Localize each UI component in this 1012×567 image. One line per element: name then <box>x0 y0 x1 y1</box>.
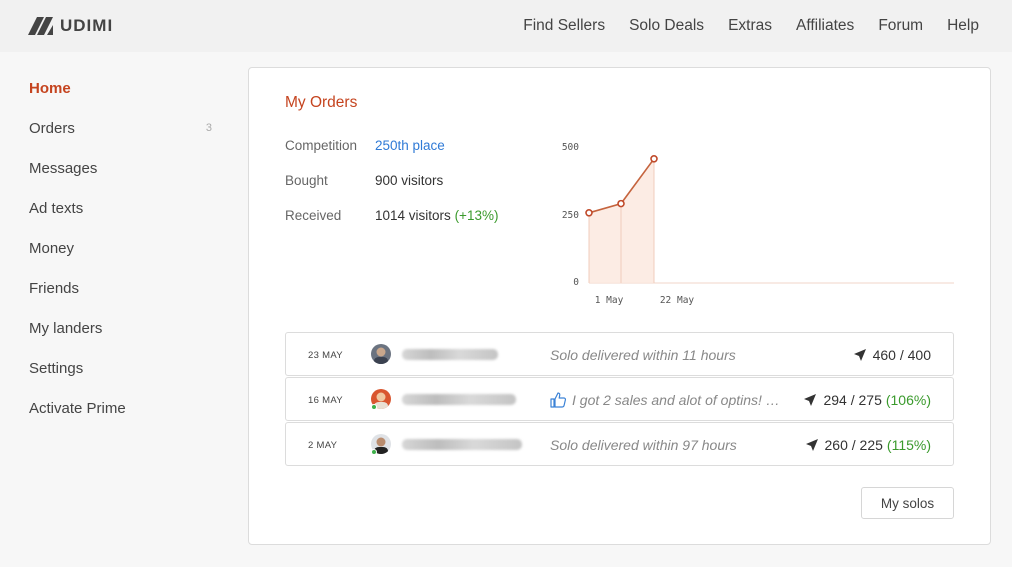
sidebar-item-activate-prime[interactable]: Activate Prime <box>29 388 219 428</box>
stat-label: Competition <box>285 138 358 153</box>
nav-affiliates[interactable]: Affiliates <box>796 17 854 35</box>
order-review: I got 2 sales and alot of optins! … <box>572 392 780 408</box>
stat-received: Received 1014 visitors (+13%) <box>285 208 498 243</box>
received-visitors: 1014 visitors <box>375 208 451 223</box>
card-title: My Orders <box>285 94 358 111</box>
seller-name-blurred[interactable] <box>402 439 522 450</box>
sidebar-item-orders[interactable]: Orders 3 <box>29 108 219 148</box>
x-tick-label: 22 May <box>660 295 695 306</box>
order-review: Solo delivered within 97 hours <box>550 437 737 453</box>
sidebar-item-label: Settings <box>29 359 84 377</box>
seller-avatar[interactable] <box>371 344 391 364</box>
sidebar-item-my-landers[interactable]: My landers <box>29 308 219 348</box>
sidebar-item-messages[interactable]: Messages <box>29 148 219 188</box>
sidebar-item-label: Messages <box>29 159 98 177</box>
orders-count-badge: 3 <box>205 122 212 134</box>
my-orders-card: My Orders Competition 250th place Bought… <box>248 67 991 545</box>
udimi-logo-icon <box>28 17 53 35</box>
top-nav: Find Sellers Solo Deals Extras Affiliate… <box>499 0 979 52</box>
x-tick-label: 1 May <box>595 295 624 306</box>
order-row[interactable]: 23 MAY Solo delivered within 11 hours 46… <box>285 332 954 376</box>
chart-point <box>585 209 593 217</box>
navigation-arrow-icon <box>853 349 866 361</box>
nav-help[interactable]: Help <box>947 17 979 35</box>
y-tick-label: 500 <box>562 142 579 153</box>
sidebar-item-label: My landers <box>29 319 103 337</box>
sidebar: Home Orders 3 Messages Ad texts Money Fr… <box>29 68 219 428</box>
my-solos-button[interactable]: My solos <box>861 487 954 519</box>
nav-find-sellers[interactable]: Find Sellers <box>523 17 605 35</box>
seller-name-blurred[interactable] <box>402 394 516 405</box>
nav-extras[interactable]: Extras <box>728 17 772 35</box>
sidebar-item-label: Home <box>29 79 71 97</box>
clicks-percent: (115%) <box>886 437 931 453</box>
order-ratio: 460 / 400 <box>853 347 931 363</box>
y-tick-label: 250 <box>562 210 579 221</box>
avatar-image-icon <box>371 344 391 364</box>
sidebar-item-label: Money <box>29 239 75 257</box>
order-ratio: 260 / 225 (115%) <box>805 437 931 453</box>
navigation-arrow-icon <box>805 439 818 451</box>
order-ratio: 294 / 275 (106%) <box>804 392 931 408</box>
nav-forum[interactable]: Forum <box>878 17 923 35</box>
chart-point <box>617 199 625 208</box>
stat-value: 1014 visitors (+13%) <box>375 208 498 223</box>
chart-marks <box>585 154 658 283</box>
sidebar-item-label: Ad texts <box>29 199 84 217</box>
orders-chart: 500 250 0 1 May 22 May <box>562 142 954 306</box>
sidebar-item-friends[interactable]: Friends <box>29 268 219 308</box>
competition-link[interactable]: 250th place <box>375 138 445 153</box>
seller-name-blurred[interactable] <box>402 349 498 360</box>
order-stats: Competition 250th place Bought 900 visit… <box>285 138 498 243</box>
sidebar-item-ad-texts[interactable]: Ad texts <box>29 188 219 228</box>
order-date: 16 MAY <box>308 395 343 406</box>
thumbs-up-icon <box>550 392 566 408</box>
stat-competition: Competition 250th place <box>285 138 498 173</box>
order-row[interactable]: 16 MAY I got 2 sales and alot of optins!… <box>285 377 954 421</box>
order-date: 2 MAY <box>308 440 338 451</box>
sidebar-item-label: Orders <box>29 119 75 137</box>
stat-bought: Bought 900 visitors <box>285 173 498 208</box>
udimi-logo[interactable]: UDIMI <box>28 16 113 36</box>
sidebar-item-home[interactable]: Home <box>29 68 219 108</box>
stat-label: Received <box>285 208 342 223</box>
order-review: Solo delivered within 11 hours <box>550 347 736 363</box>
order-row[interactable]: 2 MAY Solo delivered within 97 hours 260… <box>285 422 954 466</box>
nav-solo-deals[interactable]: Solo Deals <box>629 17 704 35</box>
chart-point <box>650 154 658 163</box>
sidebar-item-label: Activate Prime <box>29 399 126 417</box>
clicks-percent: (106%) <box>885 392 931 408</box>
clicks-ratio: 460 / 400 <box>872 347 931 363</box>
sidebar-item-settings[interactable]: Settings <box>29 348 219 388</box>
clicks-ratio: 294 / 275 <box>823 392 882 408</box>
online-status-icon <box>371 449 377 455</box>
stat-value: 900 visitors <box>375 173 444 188</box>
y-tick-label: 0 <box>573 277 579 288</box>
logo-text: UDIMI <box>60 16 114 35</box>
clicks-ratio: 260 / 225 <box>824 437 883 453</box>
received-percent: (+13%) <box>454 208 499 223</box>
order-date: 23 MAY <box>308 350 343 361</box>
navigation-arrow-icon <box>804 394 817 406</box>
orders-list: 23 MAY Solo delivered within 11 hours 46… <box>285 332 954 467</box>
sidebar-item-money[interactable]: Money <box>29 228 219 268</box>
stat-label: Bought <box>285 173 328 188</box>
online-status-icon <box>371 404 377 410</box>
top-header: UDIMI Find Sellers Solo Deals Extras Aff… <box>0 0 1012 52</box>
sidebar-item-label: Friends <box>29 279 80 297</box>
